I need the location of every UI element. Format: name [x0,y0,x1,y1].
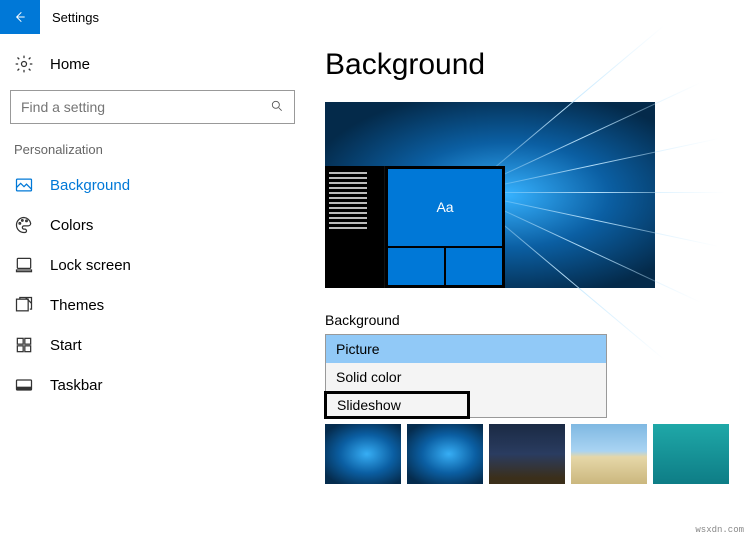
sidebar-item-label: Start [50,337,82,354]
sidebar-item-themes[interactable]: Themes [10,285,295,325]
gear-icon [14,54,34,74]
sidebar-item-start[interactable]: Start [10,325,295,365]
sidebar-item-lock-screen[interactable]: Lock screen [10,245,295,285]
thumbnail-row [325,424,729,484]
background-dropdown[interactable]: Picture Solid color Slideshow [325,334,607,418]
arrow-left-icon [12,9,28,25]
window-title: Settings [40,10,99,25]
thumbnail[interactable] [489,424,565,484]
search-icon [270,99,284,116]
thumbnail[interactable] [407,424,483,484]
sidebar-item-background[interactable]: Background [10,165,295,205]
start-icon [14,335,34,355]
option-solid-color[interactable]: Solid color [326,363,606,391]
thumbnail[interactable] [571,424,647,484]
sidebar-item-taskbar[interactable]: Taskbar [10,365,295,405]
sample-tile: Aa [388,169,502,246]
back-button[interactable] [0,0,40,34]
palette-icon [14,215,34,235]
search-input[interactable] [21,99,270,115]
thumbnail[interactable] [653,424,729,484]
sidebar-item-label: Themes [50,297,104,314]
option-slideshow[interactable]: Slideshow [324,391,470,419]
lock-screen-icon [14,255,34,275]
themes-icon [14,295,34,315]
home-nav[interactable]: Home [10,44,295,84]
picture-icon [14,175,34,195]
background-preview: Aa [325,102,655,288]
background-dropdown-label: Background [325,312,729,328]
sidebar-item-label: Colors [50,217,93,234]
taskbar-icon [14,375,34,395]
sidebar-item-label: Taskbar [50,377,103,394]
watermark: wsxdn.com [695,525,744,535]
desktop-mock: Aa [325,166,505,288]
search-box[interactable] [10,90,295,124]
content-pane: Background Aa Background Picture Solid c… [295,34,750,537]
sidebar-item-label: Lock screen [50,257,131,274]
home-label: Home [50,56,90,73]
section-header: Personalization [10,142,295,157]
thumbnail[interactable] [325,424,401,484]
sidebar-item-label: Background [50,177,130,194]
sidebar-item-colors[interactable]: Colors [10,205,295,245]
sidebar: Home Personalization Background Colors [0,34,295,537]
option-picture[interactable]: Picture [326,335,606,363]
page-heading: Background [325,48,729,82]
